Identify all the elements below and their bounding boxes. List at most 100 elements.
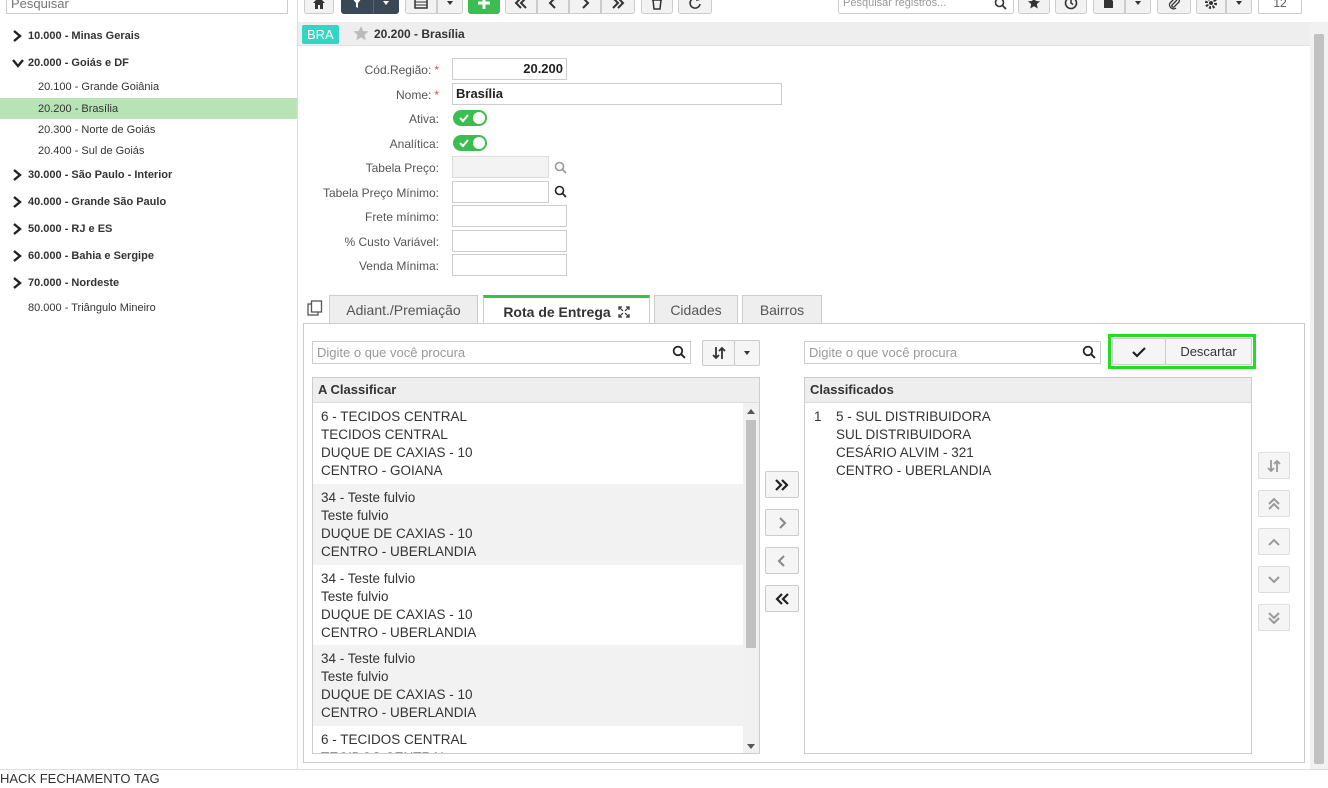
filter-icon — [353, 0, 361, 8]
page-size-field[interactable]: 12 — [1258, 0, 1302, 14]
move-up-button[interactable] — [1258, 528, 1290, 555]
move-right-button[interactable] — [765, 509, 799, 536]
list-item-line: 6 - TECIDOS CENTRAL — [321, 732, 468, 747]
confirm-button[interactable] — [1112, 338, 1166, 365]
export-button[interactable] — [1093, 0, 1125, 14]
chevron-right-icon[interactable] — [12, 169, 26, 181]
sidebar-item[interactable]: 20.300 - Norte de Goiás — [0, 120, 297, 140]
tab-bairros[interactable]: Bairros — [742, 295, 822, 324]
list-item[interactable]: 6 - TECIDOS CENTRAL TECIDOS CENTRAL — [313, 726, 743, 753]
sidebar-item[interactable]: 20.000 - Goiás e DF — [0, 52, 297, 74]
move-down-button[interactable] — [1258, 566, 1290, 593]
previous-record-button[interactable] — [537, 0, 569, 14]
chevron-right-icon — [582, 0, 590, 9]
list-item[interactable]: 6 - TECIDOS CENTRAL TECIDOS CENTRAL DUQUE … — [313, 403, 743, 484]
reorder-button[interactable] — [1258, 452, 1290, 479]
search-icon[interactable] — [554, 185, 567, 198]
export-dropdown-button[interactable] — [1125, 0, 1151, 14]
list-item[interactable]: 34 - Teste fulvio Teste fulvio DUQUE DE CA… — [313, 565, 743, 646]
custo-variavel-field[interactable] — [452, 230, 567, 252]
sidebar-item[interactable]: 60.000 - Bahia e Sergipe — [0, 245, 297, 267]
left-list-scrollbar[interactable] — [743, 403, 759, 753]
chevron-right-icon[interactable] — [12, 30, 26, 42]
classificados-title: Classificados — [805, 378, 1251, 403]
sidebar-item[interactable]: 10.000 - Minas Gerais — [0, 25, 297, 47]
discard-button[interactable]: Descartar — [1165, 338, 1252, 365]
list-item-line: CENTRO - GOIANA — [321, 463, 443, 478]
sidebar-item[interactable]: 80.000 - Triângulo Mineiro — [0, 298, 297, 318]
sort-button[interactable] — [702, 340, 735, 366]
right-search-input[interactable]: Digite o que você procura — [804, 341, 1101, 364]
filter-dropdown-button[interactable] — [373, 0, 399, 14]
scroll-down-icon[interactable] — [747, 744, 755, 750]
star-icon[interactable] — [352, 25, 370, 42]
sidebar-item[interactable]: 20.100 - Grande Goiânia — [0, 77, 297, 97]
frete-minimo-field[interactable] — [452, 205, 567, 227]
chevron-down-icon[interactable] — [12, 58, 26, 68]
chevron-right-icon[interactable] — [12, 277, 26, 289]
settings-button[interactable] — [1196, 0, 1226, 14]
record-search-input[interactable]: Pesquisar registros... — [838, 0, 1014, 14]
tab-adiant-premiacao[interactable]: Adiant./Premiação — [329, 295, 478, 324]
home-button[interactable] — [304, 0, 334, 14]
sidebar-item[interactable]: 70.000 - Nordeste — [0, 272, 297, 294]
search-icon[interactable] — [554, 161, 567, 174]
next-record-button[interactable] — [569, 0, 601, 14]
a-classificar-title: A Classificar — [313, 378, 759, 403]
sidebar-item[interactable]: 50.000 - RJ e ES — [0, 218, 297, 240]
refresh-button[interactable] — [678, 0, 712, 14]
sidebar-search-input[interactable] — [6, 0, 288, 14]
classificados-list[interactable]: 1 5 - SUL DISTRIBUIDORA SUL DISTRIBUIDORA C… — [805, 403, 1251, 753]
chevron-right-icon[interactable] — [12, 223, 26, 235]
last-record-button[interactable] — [601, 0, 635, 14]
double-chevron-down-icon — [1268, 611, 1280, 624]
left-search-placeholder: Digite o que você procura — [317, 345, 466, 360]
sidebar-item[interactable]: 20.200 - Brasília — [0, 98, 297, 119]
page-scrollbar[interactable] — [1310, 22, 1328, 770]
list-item-line: 34 - Teste fulvio — [321, 651, 416, 666]
analitica-toggle[interactable] — [453, 135, 487, 151]
a-classificar-list[interactable]: 6 - TECIDOS CENTRAL TECIDOS CENTRAL DUQUE … — [313, 403, 743, 753]
filter-button[interactable] — [341, 0, 373, 14]
cod-regiao-field[interactable]: 20.200 — [452, 58, 567, 80]
first-record-button[interactable] — [505, 0, 537, 14]
check-icon — [459, 139, 469, 148]
tab-rota-de-entrega[interactable]: Rota de Entrega — [483, 295, 650, 325]
scroll-up-icon[interactable] — [747, 408, 755, 414]
move-to-bottom-button[interactable] — [1258, 604, 1290, 631]
move-left-button[interactable] — [765, 547, 799, 574]
sidebar-item[interactable]: 30.000 - São Paulo - Interior — [0, 164, 297, 186]
list-item[interactable]: 34 - Teste fulvio Teste fulvio DUQUE DE CA… — [313, 484, 743, 565]
list-item[interactable]: 34 - Teste fulvio Teste fulvio DUQUE DE CA… — [313, 645, 743, 726]
favorite-button[interactable] — [1018, 0, 1050, 14]
sidebar-item[interactable]: 20.400 - Sul de Goiás — [0, 141, 297, 161]
move-all-left-button[interactable] — [765, 585, 799, 612]
search-icon — [672, 345, 686, 359]
list-item[interactable]: 1 5 - SUL DISTRIBUIDORA SUL DISTRIBUIDORA C… — [805, 403, 1245, 480]
copy-icon[interactable] — [307, 300, 323, 316]
grid-icon — [414, 0, 428, 9]
chevron-right-icon — [779, 516, 787, 529]
history-button[interactable] — [1055, 0, 1087, 14]
expand-icon[interactable] — [618, 305, 630, 318]
add-button[interactable] — [468, 0, 500, 14]
list-item-index: 1 — [814, 409, 822, 424]
grid-view-button[interactable] — [405, 0, 437, 14]
attachments-button[interactable] — [1157, 0, 1191, 14]
grid-dropdown-button[interactable] — [437, 0, 463, 14]
ativa-toggle[interactable] — [453, 110, 487, 126]
left-search-input[interactable]: Digite o que você procura — [312, 341, 691, 364]
tabela-preco-minimo-field[interactable] — [452, 181, 549, 203]
list-item-line: Teste fulvio — [321, 508, 389, 523]
nome-field[interactable]: Brasília — [452, 83, 782, 105]
chevron-right-icon[interactable] — [12, 196, 26, 208]
sidebar-item[interactable]: 40.000 - Grande São Paulo — [0, 191, 297, 213]
move-to-top-button[interactable] — [1258, 490, 1290, 517]
chevron-right-icon[interactable] — [12, 250, 26, 262]
venda-minima-field[interactable] — [452, 254, 567, 276]
delete-button[interactable] — [641, 0, 673, 14]
settings-dropdown-button[interactable] — [1226, 0, 1252, 14]
tab-cidades[interactable]: Cidades — [654, 295, 738, 324]
sort-dropdown-button[interactable] — [734, 340, 760, 366]
move-all-right-button[interactable] — [765, 471, 799, 498]
